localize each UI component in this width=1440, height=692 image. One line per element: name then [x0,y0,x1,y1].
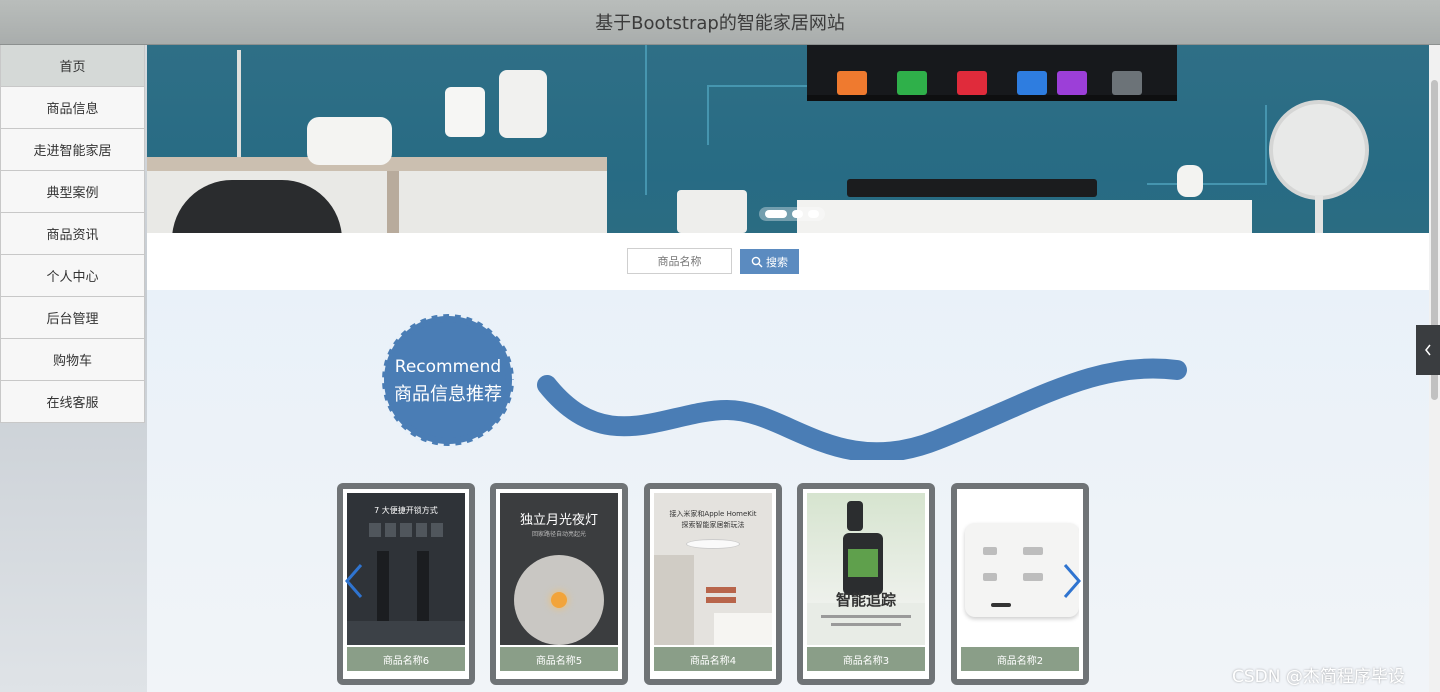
product-name: 商品名称3 [807,647,925,671]
sidebar-item-label: 商品信息 [46,102,99,117]
tv-cabinet-image [797,200,1252,233]
carousel-prev-arrow[interactable] [343,561,365,601]
tv-image [807,45,1177,101]
search-button-label: 搜索 [766,255,788,269]
product-image-subcaption: 回家路径自动亮起光 [531,531,586,538]
sidebar-item-cases[interactable]: 典型案例 [0,171,145,213]
sidebar-item-label: 首页 [59,60,86,75]
product-image: 独立月光夜灯 回家路径自动亮起光 [500,493,618,645]
product-image-caption: 独立月光夜灯 [519,513,598,528]
fan-image [1269,100,1369,200]
sidebar-item-label: 个人中心 [46,270,99,285]
carousel-dot[interactable] [807,210,819,218]
camera-image [1177,165,1203,197]
product-card[interactable]: 接入米家和Apple HomeKit 探索智能家居新玩法 商品名称4 [644,483,782,685]
site-header: 基于Bootstrap的智能家居网站 [0,0,1440,45]
product-name: 商品名称6 [347,647,465,671]
sidebar-item-home[interactable]: 首页 [0,45,145,87]
product-image-caption: 接入米家和Apple HomeKit [669,510,757,518]
search-button[interactable]: 搜索 [740,249,799,274]
sidebar-item-label: 走进智能家居 [33,144,112,159]
sidebar-item-admin[interactable]: 后台管理 [0,297,145,339]
wall-decoration [1147,105,1267,185]
sidebar-item-support[interactable]: 在线客服 [0,381,145,423]
product-name: 商品名称2 [961,647,1079,671]
desk-leg [387,171,399,233]
sidebar-nav: 首页 商品信息 走进智能家居 典型案例 商品资讯 个人中心 后台管理 购物车 在… [0,45,147,692]
sidebar-item-label: 后台管理 [46,312,99,327]
sidebar-item-news[interactable]: 商品资讯 [0,213,145,255]
product-carousel: 7 大便捷开锁方式 商品名称6 独立月光夜灯 回家路径自动亮起光 商品名称5 接… [337,483,1089,685]
product-image-caption: 智能追踪 [835,591,896,609]
rice-cooker-image [307,117,392,165]
product-name: 商品名称4 [654,647,772,671]
product-image: 接入米家和Apple HomeKit 探索智能家居新玩法 [654,493,772,645]
carousel-dot[interactable] [765,210,788,218]
wave-decoration [537,358,1187,460]
carousel-next-arrow[interactable] [1061,561,1083,601]
sidebar-item-label: 在线客服 [46,396,99,411]
sidebar-item-smart-home[interactable]: 走进智能家居 [0,129,145,171]
product-name: 商品名称5 [500,647,618,671]
product-image-caption: 7 大便捷开锁方式 [374,506,438,515]
banner-carousel[interactable] [147,45,1429,233]
side-panel-toggle[interactable] [1416,325,1440,375]
kettle-image [445,87,485,137]
recommend-title-en: Recommend [394,357,502,377]
carousel-indicators [759,207,825,221]
sidebar-item-profile[interactable]: 个人中心 [0,255,145,297]
recommend-title-cn: 商品信息推荐 [394,384,502,405]
soundbar-image [847,179,1097,197]
site-title: 基于Bootstrap的智能家居网站 [595,13,845,34]
recommend-title: Recommend 商品信息推荐 [373,357,523,406]
chevron-left-icon [1425,344,1431,356]
sidebar-item-label: 典型案例 [46,186,99,201]
search-input[interactable] [627,248,732,274]
sidebar-item-label: 购物车 [52,354,92,369]
product-card[interactable]: 智能追踪 商品名称3 [797,483,935,685]
search-bar: 搜索 [147,233,1429,290]
recommend-section: Recommend 商品信息推荐 7 大便捷开锁方式 商品名称6 独立月光夜灯 … [147,290,1429,692]
product-card[interactable]: 独立月光夜灯 回家路径自动亮起光 商品名称5 [490,483,628,685]
purifier-image [499,70,547,138]
speaker-image [677,190,747,233]
lamp-image [237,50,241,160]
fan-stand [1315,195,1323,233]
sidebar-item-label: 商品资讯 [46,228,99,243]
product-image-subcaption: 探索智能家居新玩法 [681,521,745,529]
product-image: 智能追踪 [807,493,925,645]
search-icon [751,256,763,267]
sidebar-item-cart[interactable]: 购物车 [0,339,145,381]
sidebar-item-product-info[interactable]: 商品信息 [0,87,145,129]
watermark: CSDN @杰简程序毕设 [1232,667,1405,687]
carousel-dot[interactable] [791,210,803,218]
